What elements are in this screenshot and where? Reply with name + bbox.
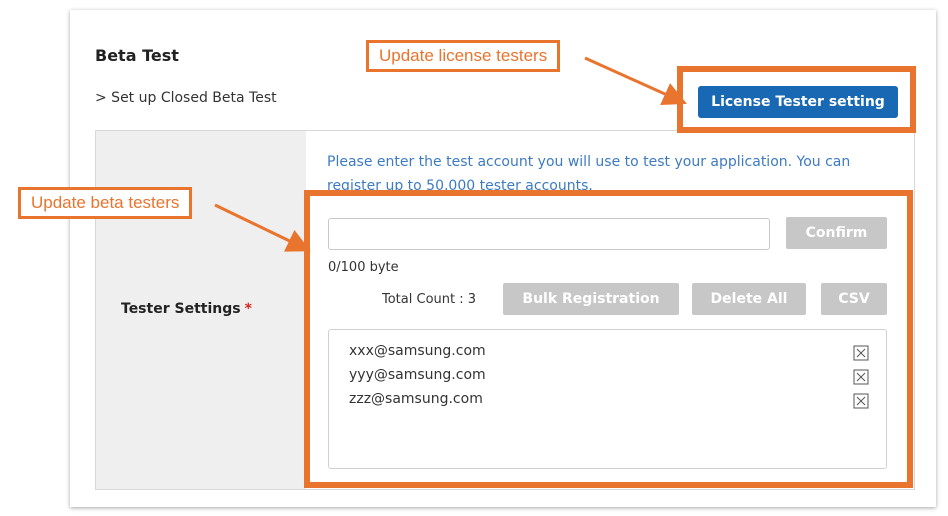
list-item: yyy@samsung.com xyxy=(349,367,869,387)
close-icon[interactable] xyxy=(853,393,869,409)
total-count: Total Count : 3 xyxy=(382,292,477,307)
tester-email: zzz@samsung.com xyxy=(349,391,483,407)
tester-settings-label-text: Tester Settings xyxy=(121,301,241,317)
page-title: Beta Test xyxy=(95,46,179,65)
license-tester-setting-button[interactable]: License Tester setting xyxy=(698,86,898,118)
beta-callout: Update beta testers xyxy=(18,187,193,219)
byte-counter: 0/100 byte xyxy=(328,260,399,275)
info-text: Please enter the test account you will u… xyxy=(327,154,851,194)
tester-settings-label: Tester Settings * xyxy=(121,301,252,317)
confirm-button[interactable]: Confirm xyxy=(786,217,887,249)
close-icon[interactable] xyxy=(853,345,869,361)
breadcrumb: > Set up Closed Beta Test xyxy=(95,90,277,106)
tester-email-input[interactable] xyxy=(328,218,770,250)
csv-button[interactable]: CSV xyxy=(821,283,887,315)
label-column: Tester Settings * xyxy=(96,131,306,489)
tester-email: xxx@samsung.com xyxy=(349,343,486,359)
close-icon[interactable] xyxy=(853,369,869,385)
delete-all-button[interactable]: Delete All xyxy=(692,283,806,315)
bulk-registration-button[interactable]: Bulk Registration xyxy=(503,283,679,315)
required-marker: * xyxy=(244,301,252,317)
license-callout: Update license testers xyxy=(366,40,561,72)
list-item: zzz@samsung.com xyxy=(349,391,869,411)
tester-list: xxx@samsung.com yyy@samsung.com zzz@sams… xyxy=(328,329,887,469)
tester-email: yyy@samsung.com xyxy=(349,367,486,383)
list-item: xxx@samsung.com xyxy=(349,343,869,363)
